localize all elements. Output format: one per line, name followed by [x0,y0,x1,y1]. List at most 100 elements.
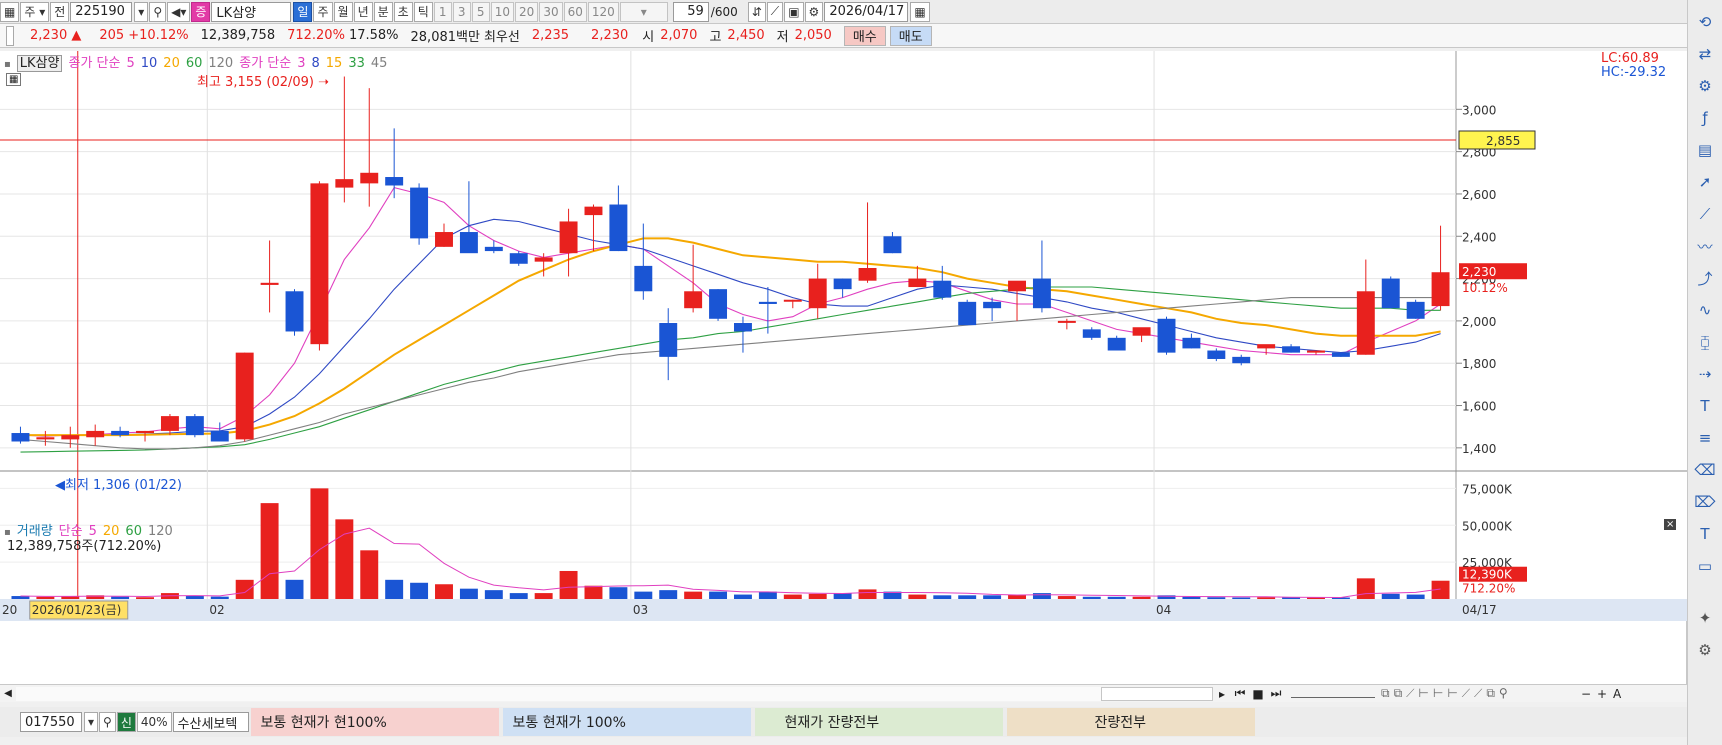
candle-icon[interactable]: ⧮ [1693,330,1717,354]
zigzag-icon[interactable]: 〰 [1693,234,1717,258]
wave-icon[interactable]: ∿ [1693,298,1717,322]
text-box-icon[interactable]: T [1693,522,1717,546]
fast-forward-icon[interactable]: ⏭ [1267,686,1285,701]
account-dropdown-icon[interactable]: ▾ [84,712,99,732]
gear-icon[interactable]: ⚙ [804,1,824,22]
search-icon[interactable]: ⚲ [149,1,167,22]
sell-button[interactable]: 매도 [889,25,932,46]
order-seg-cancel[interactable]: 잔량전부 [1006,708,1255,736]
chart-area[interactable]: 3,000 2,800 2,600 2,400 2,200 2,000 1,800 1,600… [0,51,1687,684]
scroll-track[interactable] [16,686,1101,701]
save-icon[interactable]: ▣ [784,1,804,22]
best-label: 최우선 [483,30,520,45]
stock-name-field[interactable]: LK삼양 [211,1,292,22]
refresh-icon[interactable]: ⟲ [1693,10,1717,34]
ma2-label: 종가 단순 [239,56,292,71]
cursor-icon[interactable]: ➚ [1693,170,1717,194]
quote-menu-icon[interactable] [6,25,14,46]
period-day[interactable]: 일 [293,1,313,22]
x-axis-bar [0,599,1687,621]
code-dropdown-icon[interactable]: ▾ [134,1,149,22]
auto-line-icon[interactable]: ⤴ [1693,266,1717,290]
zoom-in-icon[interactable]: + [1597,687,1613,701]
volume-bar [908,594,927,599]
x-axis-label: 02 [209,603,224,617]
ma2-45: 45 [370,56,388,71]
indicator-icon[interactable]: ▤ [1693,138,1717,162]
formula-icon[interactable]: ƒ [1693,106,1717,130]
play-icon[interactable]: ▸ [1213,687,1231,701]
grid-toggle-icon[interactable]: ▦ [6,73,22,86]
window-icon[interactable]: ▭ [1693,554,1717,578]
volume-close-icon[interactable]: × [1664,519,1677,530]
text-icon[interactable]: T [1693,394,1717,418]
arrow-icon[interactable]: ⇢ [1693,362,1717,386]
gear-bottom-icon[interactable]: ⚙ [1693,638,1717,662]
account-input[interactable]: 017550 [20,712,82,732]
count-total: /600 [710,4,738,19]
speaker-icon[interactable]: ◀▾ [167,1,191,22]
line-draw-icon[interactable]: ⟋ [766,1,784,22]
candle-body [136,430,154,434]
prev-button[interactable]: 전 [50,1,70,22]
period-year[interactable]: 년 [353,1,373,22]
step-120[interactable]: 120 [587,1,619,22]
order-seg-buy[interactable]: 보통 현재가 현100% [250,708,499,736]
step-30[interactable]: 30 [539,1,563,22]
eraser-icon[interactable]: ⌫ [1693,458,1717,482]
period-tick[interactable]: 틱 [413,1,433,22]
candle-body [385,177,404,186]
settings-icon[interactable]: ⚙ [1693,74,1717,98]
step-dropdown[interactable]: ▾ [619,1,668,22]
count-input[interactable]: 59 [672,1,709,22]
step-10[interactable]: 10 [490,1,515,22]
account-search-icon[interactable]: ⚲ [99,712,116,732]
scroll-left-icon[interactable]: ◀ [0,688,16,699]
ma1-120: 120 [208,56,234,71]
volume-bar [709,591,728,599]
step-3[interactable]: 3 [452,1,471,22]
buy-button[interactable]: 매수 [843,25,886,46]
pin-icon[interactable]: ✦ [1693,606,1717,630]
stop-icon[interactable]: ■ [1249,687,1267,701]
candle-body [1082,329,1101,338]
panel-handle-icon[interactable]: ▪ [4,59,11,70]
step-5[interactable]: 5 [471,1,490,22]
calendar-icon[interactable]: ▦ [910,1,930,22]
order-seg-modify[interactable]: 현재가 잔량전부 [754,708,1003,736]
stock-code-input[interactable]: 225190 [70,1,133,22]
ratio-button[interactable]: 40% [136,712,172,732]
candle-body [534,257,553,262]
date-input[interactable]: 2026/04/17 [824,1,909,22]
order-seg-sell[interactable]: 보통 현재가 100% [502,708,751,736]
period-month[interactable]: 월 [333,1,353,22]
step-1[interactable]: 1 [433,1,452,22]
step-20[interactable]: 20 [515,1,539,22]
period-week[interactable]: 주 [313,1,333,22]
candle-body [958,301,977,326]
fast-back-icon[interactable]: ⏮ [1231,686,1249,701]
fibonacci-icon[interactable]: ≡ [1693,426,1717,450]
chart-canvas[interactable]: 3,0002,8002,6002,4002,2002,0001,8001,600… [0,51,1687,684]
volume-bar [1381,593,1400,599]
period-second[interactable]: 초 [393,1,413,22]
period-type-select[interactable]: 주 ▾ [20,1,50,22]
scroll-thumb[interactable] [1101,686,1213,701]
chart-scrollbar[interactable]: ◀ ▸ ⏮ ■ ⏭ ⧉⧉⟋⊢⊢⊢⟋⟋⧉⚲ − + A [0,684,1687,702]
strategy-field[interactable]: 수산세보텍 [172,712,249,732]
chart-type-icon[interactable]: ⇵ [747,1,766,22]
view-tools-icon[interactable]: ⧉⧉⟋⊢⊢⊢⟋⟋⧉⚲ [1381,686,1581,701]
period-minute[interactable]: 분 [373,1,393,22]
step-60[interactable]: 60 [563,1,587,22]
font-size-icon[interactable]: A [1613,687,1629,701]
candle-body [559,221,578,254]
swap-icon[interactable]: ⇄ [1693,42,1717,66]
candle-body [1282,346,1301,353]
layout-icon[interactable]: ▦ [0,1,20,22]
candle-body [709,289,728,319]
zoom-slider[interactable] [1291,690,1375,698]
erase-all-icon[interactable]: ⌦ [1693,490,1717,514]
credit-badge[interactable]: 신 [116,712,136,732]
trendline-icon[interactable]: ⟋ [1693,202,1717,226]
zoom-out-icon[interactable]: − [1581,687,1597,701]
